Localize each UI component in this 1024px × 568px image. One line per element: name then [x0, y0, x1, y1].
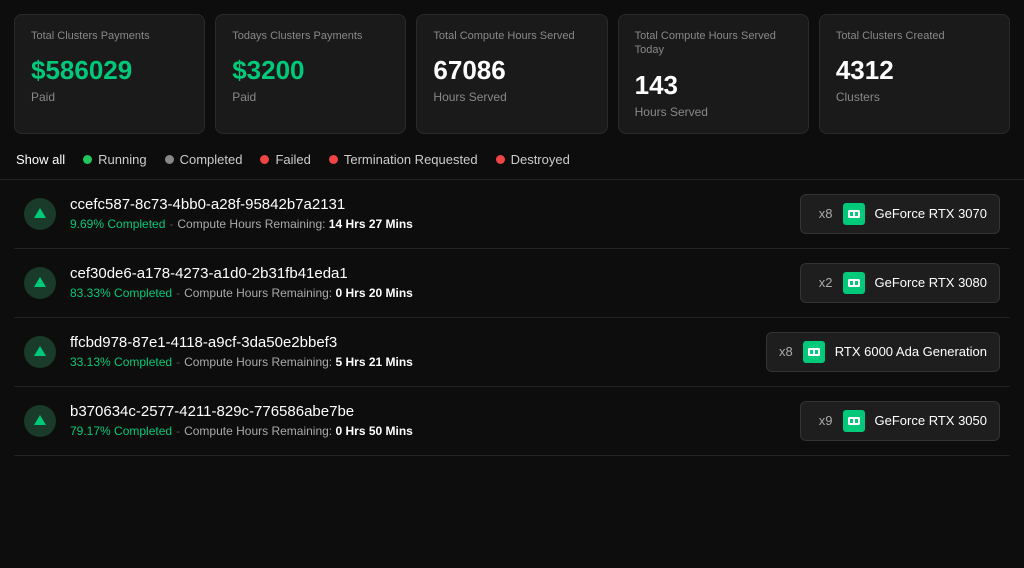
gpu-name-3: GeForce RTX 3050 [875, 413, 987, 428]
termination-label: Termination Requested [344, 152, 478, 167]
cluster-item[interactable]: ccefc587-8c73-4bb0-a28f-95842b7a2131 9.6… [14, 180, 1010, 249]
cluster-id-1: cef30de6-a178-4273-a1d0-2b31fb41eda1 [70, 265, 413, 282]
running-label: Running [98, 152, 146, 167]
stat-card-3: Total Compute Hours Served Today 143 Hou… [618, 14, 809, 134]
stat-card-2: Total Compute Hours Served 67086 Hours S… [416, 14, 607, 134]
cluster-left-0: ccefc587-8c73-4bb0-a28f-95842b7a2131 9.6… [24, 196, 413, 231]
stat-value-1: $3200 [232, 55, 389, 86]
filter-destroyed[interactable]: Destroyed [496, 152, 570, 167]
completed-dot [165, 155, 174, 164]
filter-completed[interactable]: Completed [165, 152, 243, 167]
stat-sub-0: Paid [31, 90, 188, 104]
cluster-left-2: ffcbd978-87e1-4118-a9cf-3da50e2bbef3 33.… [24, 334, 413, 369]
stat-sub-3: Hours Served [635, 105, 792, 119]
cluster-icon-0 [24, 198, 56, 230]
cluster-status-0: 9.69% Completed-Compute Hours Remaining:… [70, 217, 413, 231]
failed-dot [260, 155, 269, 164]
cluster-item[interactable]: b370634c-2577-4211-829c-776586abe7be 79.… [14, 387, 1010, 456]
cluster-list: ccefc587-8c73-4bb0-a28f-95842b7a2131 9.6… [0, 180, 1024, 456]
cluster-info-0: ccefc587-8c73-4bb0-a28f-95842b7a2131 9.6… [70, 196, 413, 231]
gpu-count-2: x8 [779, 344, 793, 359]
cluster-status-1: 83.33% Completed-Compute Hours Remaining… [70, 286, 413, 300]
stat-sub-1: Paid [232, 90, 389, 104]
stat-title-2: Total Compute Hours Served [433, 29, 590, 43]
stat-card-0: Total Clusters Payments $586029 Paid [14, 14, 205, 134]
stat-title-4: Total Clusters Created [836, 29, 993, 43]
stat-sub-2: Hours Served [433, 90, 590, 104]
cluster-icon-1 [24, 267, 56, 299]
stat-card-1: Todays Clusters Payments $3200 Paid [215, 14, 406, 134]
termination-dot [329, 155, 338, 164]
cluster-item[interactable]: cef30de6-a178-4273-a1d0-2b31fb41eda1 83.… [14, 249, 1010, 318]
cluster-status-2: 33.13% Completed-Compute Hours Remaining… [70, 355, 413, 369]
gpu-badge-2: x8 RTX 6000 Ada Generation [766, 332, 1000, 372]
filter-termination[interactable]: Termination Requested [329, 152, 478, 167]
cluster-icon-2 [24, 336, 56, 368]
filter-show-all[interactable]: Show all [16, 152, 65, 167]
cluster-id-3: b370634c-2577-4211-829c-776586abe7be [70, 403, 413, 420]
stat-sub-4: Clusters [836, 90, 993, 104]
filter-failed[interactable]: Failed [260, 152, 310, 167]
filter-running[interactable]: Running [83, 152, 146, 167]
gpu-icon-0 [843, 203, 865, 225]
gpu-name-1: GeForce RTX 3080 [875, 275, 987, 290]
gpu-name-2: RTX 6000 Ada Generation [835, 344, 987, 359]
stat-title-3: Total Compute Hours Served Today [635, 29, 792, 58]
failed-label: Failed [275, 152, 310, 167]
destroyed-label: Destroyed [511, 152, 570, 167]
cluster-info-3: b370634c-2577-4211-829c-776586abe7be 79.… [70, 403, 413, 438]
cluster-info-2: ffcbd978-87e1-4118-a9cf-3da50e2bbef3 33.… [70, 334, 413, 369]
stat-value-4: 4312 [836, 55, 993, 86]
stat-value-2: 67086 [433, 55, 590, 86]
show-all-label: Show all [16, 152, 65, 167]
stats-row: Total Clusters Payments $586029 Paid Tod… [0, 0, 1024, 144]
filter-row: Show all Running Completed Failed Termin… [0, 144, 1024, 180]
running-dot [83, 155, 92, 164]
gpu-badge-1: x2 GeForce RTX 3080 [800, 263, 1000, 303]
stat-value-3: 143 [635, 70, 792, 101]
stat-card-4: Total Clusters Created 4312 Clusters [819, 14, 1010, 134]
destroyed-dot [496, 155, 505, 164]
cluster-id-2: ffcbd978-87e1-4118-a9cf-3da50e2bbef3 [70, 334, 413, 351]
gpu-icon-3 [843, 410, 865, 432]
completed-label: Completed [180, 152, 243, 167]
gpu-badge-3: x9 GeForce RTX 3050 [800, 401, 1000, 441]
gpu-badge-0: x8 GeForce RTX 3070 [800, 194, 1000, 234]
gpu-name-0: GeForce RTX 3070 [875, 206, 987, 221]
cluster-status-3: 79.17% Completed-Compute Hours Remaining… [70, 424, 413, 438]
cluster-left-3: b370634c-2577-4211-829c-776586abe7be 79.… [24, 403, 413, 438]
stat-value-0: $586029 [31, 55, 188, 86]
cluster-info-1: cef30de6-a178-4273-a1d0-2b31fb41eda1 83.… [70, 265, 413, 300]
gpu-icon-2 [803, 341, 825, 363]
cluster-id-0: ccefc587-8c73-4bb0-a28f-95842b7a2131 [70, 196, 413, 213]
stat-title-0: Total Clusters Payments [31, 29, 188, 43]
cluster-item[interactable]: ffcbd978-87e1-4118-a9cf-3da50e2bbef3 33.… [14, 318, 1010, 387]
gpu-count-1: x2 [819, 275, 833, 290]
cluster-icon-3 [24, 405, 56, 437]
gpu-count-0: x8 [819, 206, 833, 221]
cluster-left-1: cef30de6-a178-4273-a1d0-2b31fb41eda1 83.… [24, 265, 413, 300]
gpu-count-3: x9 [819, 413, 833, 428]
stat-title-1: Todays Clusters Payments [232, 29, 389, 43]
gpu-icon-1 [843, 272, 865, 294]
